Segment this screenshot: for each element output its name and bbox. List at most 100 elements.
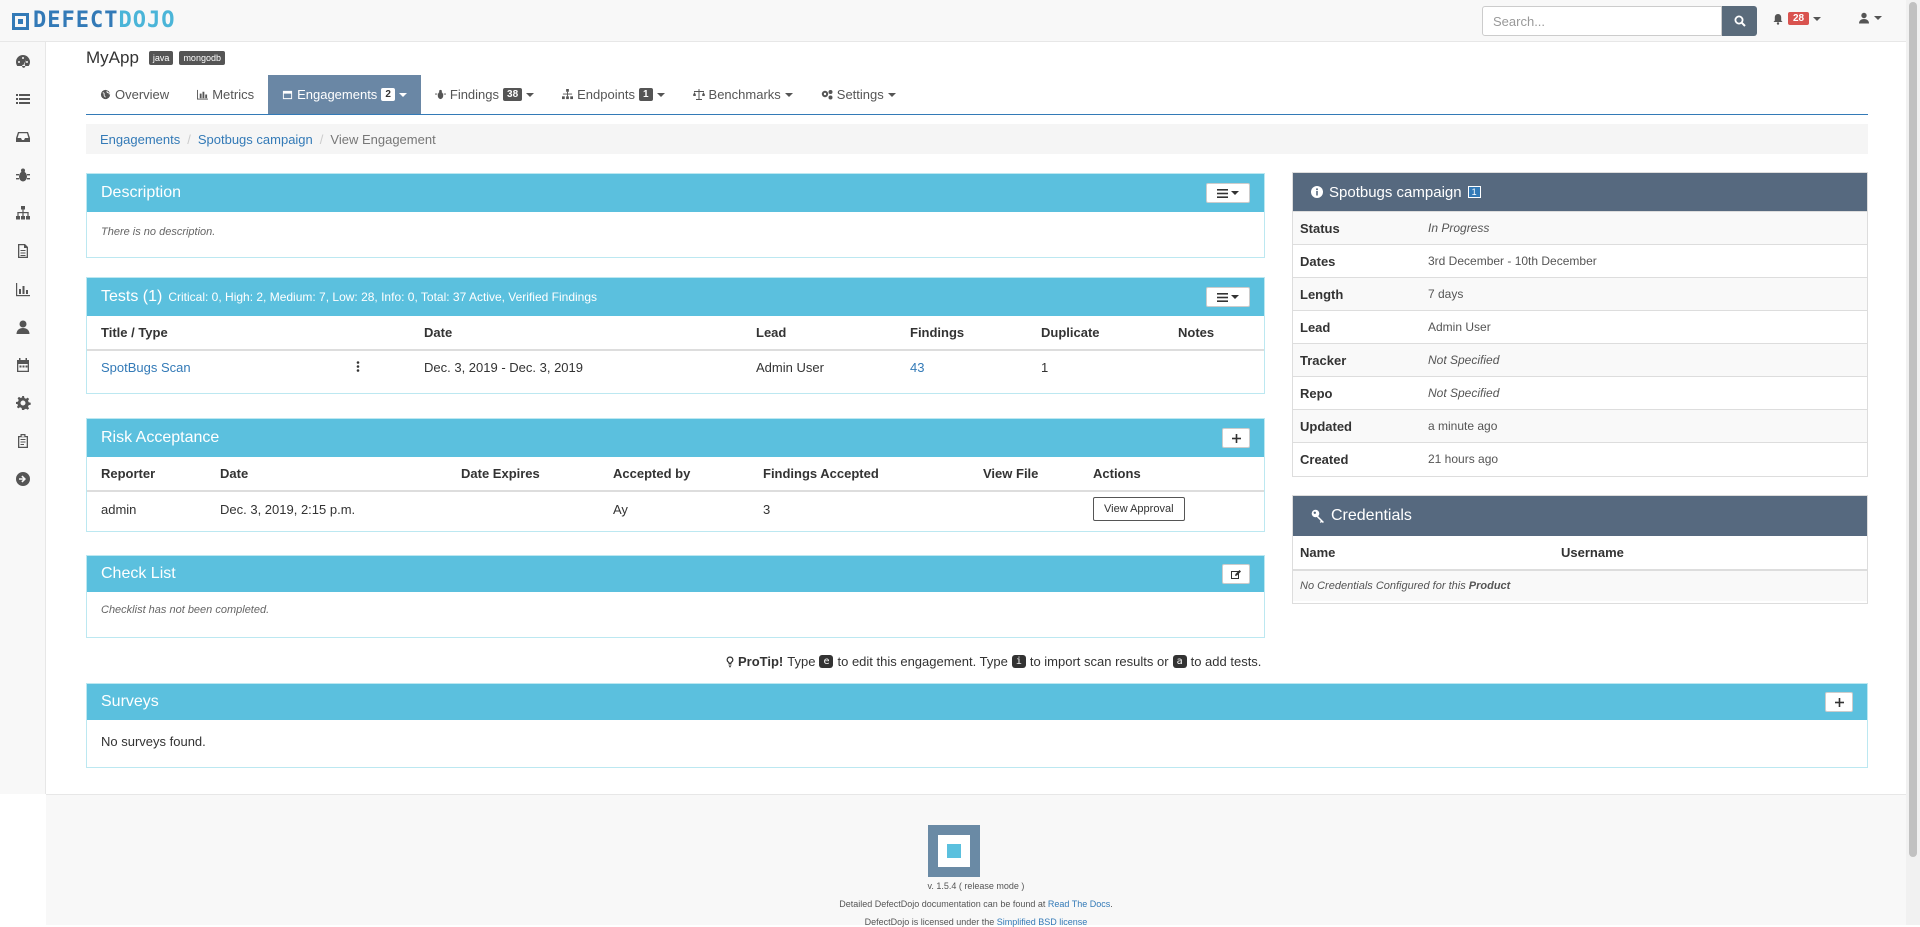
column-header: Notes — [1164, 316, 1264, 351]
notifications-menu[interactable]: 28 — [1772, 12, 1822, 25]
column-header: Duplicate — [1027, 316, 1164, 351]
sidebar-item-endpoints[interactable] — [0, 194, 45, 232]
sitemap-icon — [15, 206, 30, 220]
risk-view-file — [969, 491, 1079, 526]
column-header: Findings Accepted — [749, 457, 969, 492]
inbox-icon — [15, 132, 30, 142]
list-icon — [15, 94, 30, 104]
sidebar-item-dashboard[interactable] — [0, 42, 45, 80]
footer-license: DefectDojo is licensed under the Simplif… — [864, 917, 1088, 927]
tab-overview[interactable]: Overview — [86, 75, 183, 114]
view-approval-button[interactable]: View Approval — [1093, 497, 1185, 521]
tab-findings[interactable]: Findings 38 — [421, 75, 548, 114]
surveys-panel: Surveys No surveys found. — [86, 683, 1868, 768]
chevron-down-icon — [656, 92, 665, 97]
key-icon — [1311, 509, 1324, 523]
engagement-info-panel: Spotbugs campaign 1 Status In Progress Da… — [1292, 172, 1868, 477]
detail-row-created: Created 21 hours ago — [1293, 442, 1867, 475]
user-menu[interactable] — [1858, 12, 1882, 24]
add-risk-acceptance-button[interactable] — [1222, 428, 1250, 448]
tests-summary: Critical: 0, High: 2, Medium: 7, Low: 28… — [168, 290, 598, 304]
brand-logo[interactable]: DEFECTDOJO — [12, 8, 176, 33]
product-name[interactable]: MyApp — [86, 48, 139, 68]
sidebar-item-reports[interactable] — [0, 232, 45, 270]
license-link[interactable]: Simplified BSD license — [997, 917, 1088, 927]
sidebar-item-configuration[interactable] — [0, 384, 45, 422]
tab-endpoints[interactable]: Endpoints 1 — [548, 75, 678, 114]
balance-scale-icon — [692, 89, 705, 100]
tests-title: Tests (1) — [101, 288, 163, 305]
test-findings-link[interactable]: 43 — [910, 360, 924, 375]
chevron-down-icon — [398, 92, 407, 97]
read-the-docs-link[interactable]: Read The Docs — [1048, 899, 1110, 909]
description-menu-button[interactable] — [1206, 183, 1250, 203]
keyboard-shortcut-i: i — [1011, 655, 1026, 668]
column-header: Actions — [1079, 457, 1264, 492]
vertical-ellipsis-icon — [356, 361, 360, 372]
arrow-circle-right-icon — [15, 472, 30, 486]
detail-row-dates: Dates 3rd December - 10th December — [1293, 244, 1867, 277]
sidebar — [0, 42, 46, 794]
column-header: Date — [206, 457, 447, 492]
column-header: View File — [969, 457, 1079, 492]
tab-metrics[interactable]: Metrics — [183, 75, 268, 114]
sidebar-item-questionnaires[interactable] — [0, 422, 45, 460]
test-link[interactable]: SpotBugs Scan — [101, 360, 191, 375]
sidebar-item-findings[interactable] — [0, 156, 45, 194]
chevron-down-icon — [1231, 295, 1239, 299]
row-actions-menu[interactable] — [342, 350, 410, 384]
tests-table: Title / Type Date Lead Findings Duplicat… — [87, 316, 1264, 384]
tab-benchmarks[interactable]: Benchmarks — [679, 75, 807, 114]
product-tag[interactable]: java — [148, 51, 174, 65]
footer-logo-icon — [928, 825, 980, 877]
tab-engagements[interactable]: Engagements 2 — [268, 75, 421, 114]
search-input[interactable] — [1482, 6, 1722, 36]
detail-row-lead: Lead Admin User — [1293, 310, 1867, 343]
test-date: Dec. 3, 2019 - Dec. 3, 2019 — [424, 360, 583, 375]
detail-row-status: Status In Progress — [1293, 211, 1867, 244]
search-icon — [1734, 15, 1746, 27]
engagement-count-badge: 1 — [1467, 186, 1481, 198]
breadcrumb: Engagements / Spotbugs campaign / View E… — [86, 124, 1868, 154]
chevron-down-icon — [1874, 16, 1882, 20]
breadcrumb-engagements[interactable]: Engagements — [100, 132, 180, 147]
product-tag[interactable]: mongodb — [179, 51, 225, 65]
edit-checklist-button[interactable] — [1222, 564, 1250, 584]
sidebar-item-products[interactable] — [0, 80, 45, 118]
engagement-title: Spotbugs campaign — [1329, 183, 1462, 201]
chevron-down-icon — [784, 92, 793, 97]
description-title: Description — [101, 184, 182, 201]
findings-count: 38 — [503, 88, 523, 101]
user-icon — [1859, 12, 1869, 24]
sidebar-item-users[interactable] — [0, 308, 45, 346]
add-survey-button[interactable] — [1825, 692, 1853, 712]
bell-icon — [1773, 13, 1783, 25]
checklist-text: Checklist has not been completed. — [101, 604, 270, 616]
scrollbar[interactable] — [1906, 0, 1920, 925]
footer: v. 1.5.4 ( release mode ) Detailed Defec… — [46, 794, 1906, 927]
breadcrumb-engagement[interactable]: Spotbugs campaign — [198, 132, 313, 147]
search-button[interactable] — [1722, 6, 1757, 36]
footer-docs: Detailed DefectDojo documentation can be… — [839, 899, 1113, 909]
scrollbar-thumb[interactable] — [1909, 2, 1917, 857]
gears-icon — [821, 90, 833, 100]
column-header: Date Expires — [447, 457, 599, 492]
breadcrumb-current: View Engagement — [330, 131, 436, 147]
sidebar-item-metrics[interactable] — [0, 270, 45, 308]
lightbulb-icon — [726, 655, 734, 667]
tab-settings[interactable]: Settings — [807, 75, 910, 114]
chevron-down-icon — [526, 92, 535, 97]
bug-icon — [15, 168, 30, 182]
tests-menu-button[interactable] — [1206, 287, 1250, 307]
sidebar-item-engagements[interactable] — [0, 118, 45, 156]
brand-name: DEFECTDOJO — [33, 8, 176, 33]
detail-row-repo: Repo Not Specified — [1293, 376, 1867, 409]
risk-reporter: admin — [101, 501, 137, 517]
sidebar-item-calendar[interactable] — [0, 346, 45, 384]
checklist-title: Check List — [101, 565, 176, 582]
credentials-panel: Credentials Name Username No Credentials… — [1292, 495, 1868, 604]
detail-row-length: Length 7 days — [1293, 277, 1867, 310]
detail-row-updated: Updated a minute ago — [1293, 409, 1867, 442]
risk-accepted-by: Ay — [613, 501, 628, 517]
sidebar-item-collapse[interactable] — [0, 460, 45, 498]
